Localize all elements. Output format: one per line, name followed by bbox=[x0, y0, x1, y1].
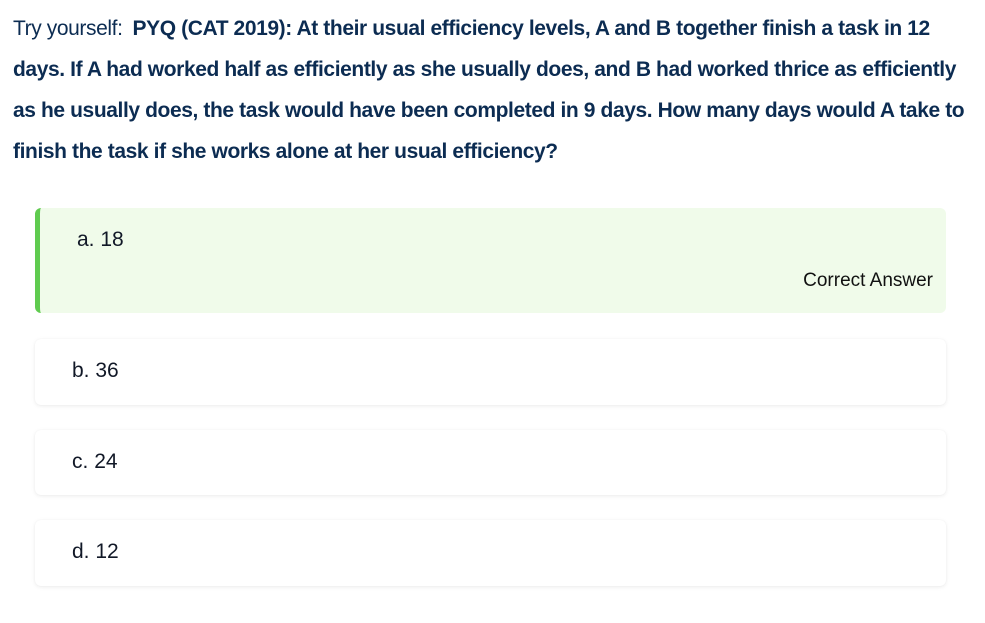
option-d-value: 12 bbox=[95, 540, 119, 563]
option-b-label: b. 36 bbox=[72, 359, 119, 383]
question-text: Try yourself: PYQ (CAT 2019): At their us… bbox=[13, 8, 978, 172]
option-d-label: d. 12 bbox=[72, 540, 119, 564]
option-d-letter: d. bbox=[72, 540, 90, 563]
option-c[interactable]: c. 24 bbox=[35, 430, 946, 495]
option-c-letter: c. bbox=[72, 450, 89, 473]
correct-answer-badge: Correct Answer bbox=[803, 270, 933, 291]
option-d[interactable]: d. 12 bbox=[35, 520, 946, 586]
option-c-label: c. 24 bbox=[72, 450, 118, 474]
option-c-value: 24 bbox=[94, 450, 118, 473]
question-body: PYQ (CAT 2019): At their usual efficienc… bbox=[13, 17, 965, 163]
question-prefix: Try yourself: bbox=[13, 17, 123, 40]
option-a[interactable]: a. 18 Correct Answer bbox=[35, 208, 946, 313]
option-b-value: 36 bbox=[95, 359, 119, 382]
option-b-letter: b. bbox=[72, 359, 90, 382]
option-a-letter: a. bbox=[77, 228, 95, 251]
option-b[interactable]: b. 36 bbox=[35, 339, 946, 405]
option-a-value: 18 bbox=[100, 228, 124, 251]
option-a-label: a. 18 bbox=[77, 228, 124, 252]
